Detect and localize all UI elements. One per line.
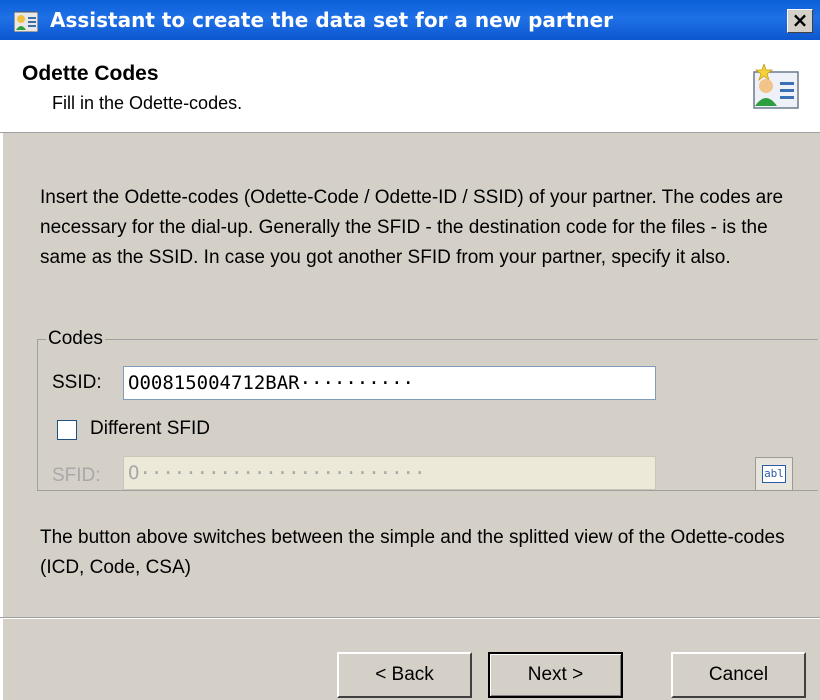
wizard-app-icon: [14, 11, 38, 32]
text-field-icon: abl: [762, 465, 786, 483]
partner-card-icon: [753, 64, 799, 109]
intro-text: Insert the Odette-codes (Odette-Code / O…: [40, 187, 784, 268]
close-button[interactable]: ×: [787, 9, 813, 33]
switch-view-note: The button above switches between the si…: [40, 527, 785, 578]
codes-legend: Codes: [48, 328, 103, 349]
page-subtitle: Fill in the Odette-codes.: [52, 93, 243, 113]
close-icon: ×: [791, 8, 809, 32]
switch-view-button[interactable]: abl: [755, 457, 793, 491]
ssid-label: SSID:: [52, 372, 102, 393]
different-sfid-label[interactable]: Different SFID: [90, 418, 210, 440]
ssid-input[interactable]: O00815004712BAR··········: [123, 366, 656, 400]
different-sfid-checkbox[interactable]: [57, 420, 77, 440]
sfid-label: SFID:: [52, 465, 101, 486]
dialog-left-edge: [0, 133, 3, 700]
sfid-input[interactable]: O·························: [123, 456, 656, 490]
wizard-header: Odette Codes Fill in the Odette-codes.: [0, 40, 820, 133]
title-bar[interactable]: Assistant to create the data set for a n…: [0, 0, 820, 40]
page-title: Odette Codes: [22, 62, 159, 85]
next-button-label: Next >: [527, 664, 584, 685]
next-button[interactable]: Next >: [488, 652, 623, 698]
window-title: Assistant to create the data set for a n…: [50, 8, 614, 32]
button-separator: [0, 617, 820, 619]
cancel-button[interactable]: Cancel: [671, 652, 806, 698]
back-button[interactable]: < Back: [337, 652, 472, 698]
